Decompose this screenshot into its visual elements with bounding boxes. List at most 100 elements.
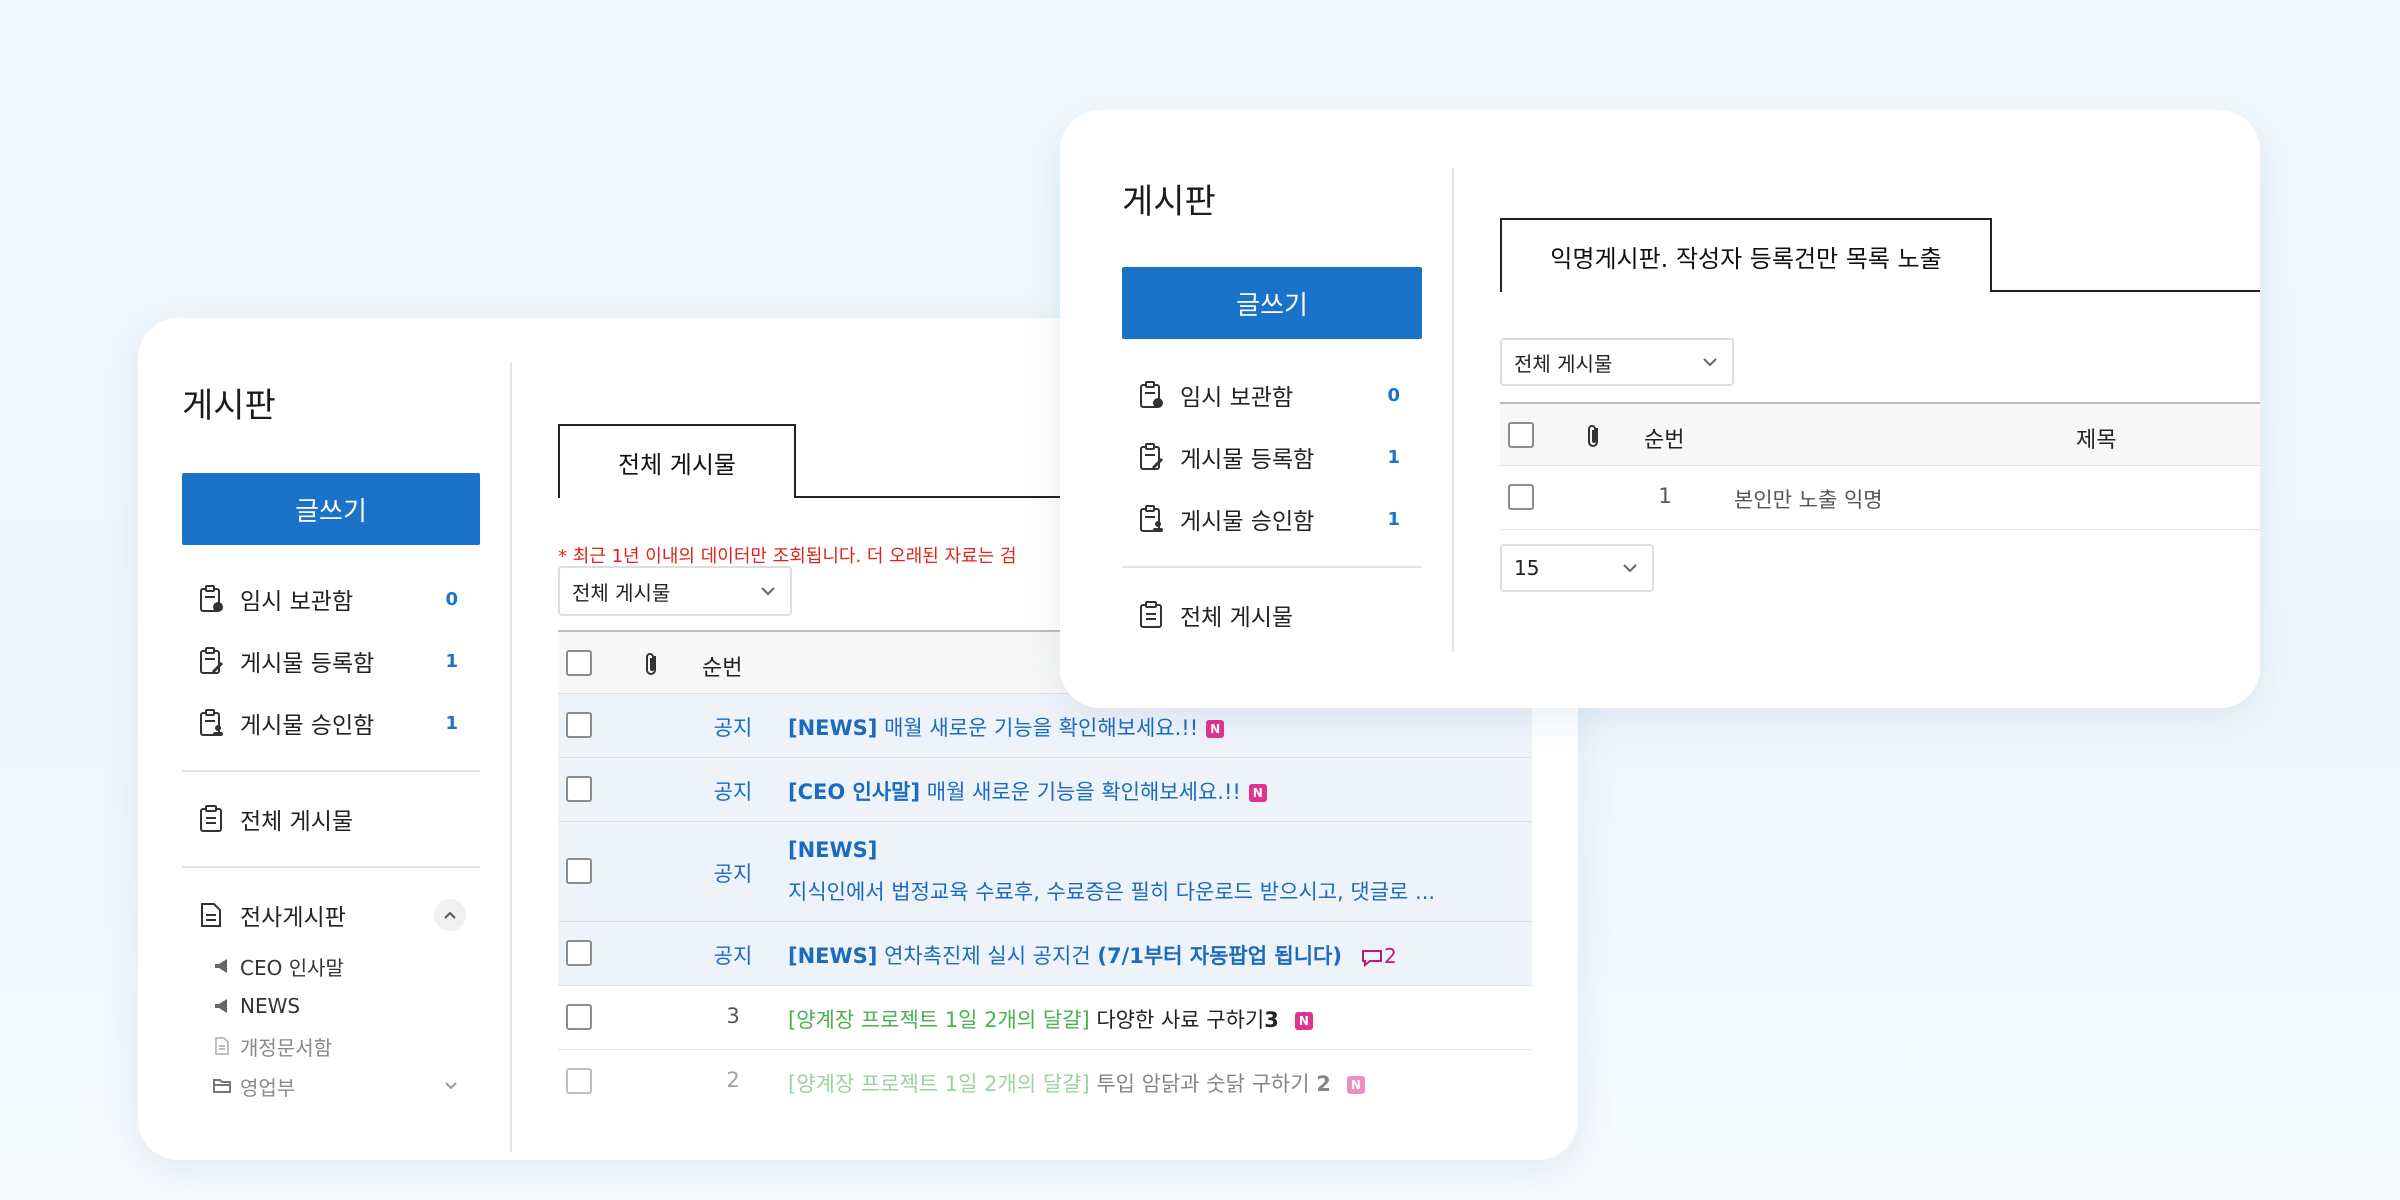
row-prefix: [NEWS] bbox=[788, 716, 878, 740]
row-title-suffix: 2 bbox=[1316, 1072, 1331, 1096]
row-title-suffix: 3 bbox=[1264, 1008, 1279, 1032]
chevron-down-icon bbox=[1703, 358, 1717, 367]
row-checkbox[interactable] bbox=[1508, 484, 1534, 510]
draft-clipboard-icon bbox=[200, 585, 223, 612]
user-clipboard-icon bbox=[200, 709, 223, 736]
sidebar-subitem-revised-docs[interactable]: 개정문서함 bbox=[182, 1026, 480, 1066]
edit-clipboard-icon bbox=[1140, 443, 1164, 470]
sidebar-item-registered[interactable]: 게시물 등록함 1 bbox=[182, 630, 480, 692]
table-row[interactable]: 공지 [NEWS] 연차촉진제 실시 공지건 (7/1부터 자동팝업 됩니다) 2 bbox=[558, 922, 1532, 986]
megaphone-icon bbox=[215, 999, 227, 1013]
sidebar-item-count: 0 bbox=[445, 588, 458, 610]
sidebar-subitem-sales[interactable]: 영업부 bbox=[182, 1066, 480, 1106]
sidebar-item-count: 1 bbox=[1387, 446, 1400, 468]
row-checkbox[interactable] bbox=[566, 712, 592, 738]
sidebar-item-approval[interactable]: 게시물 승인함 1 bbox=[1122, 488, 1422, 550]
table-row[interactable]: 3 [양계장 프로젝트 1일 2개의 달걀] 다양한 사료 구하기3 N bbox=[558, 986, 1532, 1050]
post-filter-select[interactable]: 전체 게시물 bbox=[1500, 338, 1734, 386]
row-checkbox[interactable] bbox=[566, 940, 592, 966]
sidebar-subitem-label: 영업부 bbox=[240, 1075, 296, 1100]
sidebar-item-registered[interactable]: 게시물 등록함 1 bbox=[1122, 426, 1422, 488]
sidebar-subitem-news[interactable]: NEWS bbox=[182, 986, 480, 1026]
row-no: 3 bbox=[726, 1004, 740, 1028]
sidebar-divider bbox=[182, 866, 480, 868]
row-title-text[interactable]: 지식인에서 법정교육 수료후, 수료증은 필히 다운로드 받으시고, 댓글로 .… bbox=[788, 876, 1435, 906]
row-checkbox[interactable] bbox=[566, 1068, 592, 1094]
row-checkbox[interactable] bbox=[566, 1004, 592, 1030]
table-row[interactable]: 1 본인만 노출 익명 bbox=[1500, 466, 2260, 530]
tab-anonymous-board[interactable]: 익명게시판. 작성자 등록건만 목록 노출 bbox=[1500, 218, 1992, 292]
row-title-bold: (7/1부터 자동팝업 됩니다) bbox=[1097, 944, 1342, 968]
sidebar-item-drafts[interactable]: 임시 보관함 0 bbox=[182, 568, 480, 630]
sidebar-item-label: 게시물 승인함 bbox=[240, 713, 375, 739]
row-title-text: 연차촉진제 실시 공지건 bbox=[884, 944, 1091, 968]
file-icon bbox=[215, 1037, 229, 1055]
row-title[interactable]: [양계장 프로젝트 1일 2개의 달걀] 다양한 사료 구하기3 N bbox=[788, 1004, 1313, 1034]
sidebar-title: 게시판 bbox=[1122, 182, 1216, 222]
sidebar-item-count: 1 bbox=[445, 712, 458, 734]
chevron-down-icon bbox=[761, 587, 775, 596]
table-row[interactable]: 공지 [CEO 인사말] 매월 새로운 기능을 확인해보세요.!! N bbox=[558, 758, 1532, 822]
column-header-title: 제목 bbox=[2076, 428, 2117, 453]
row-title[interactable]: [NEWS] 연차촉진제 실시 공지건 (7/1부터 자동팝업 됩니다) 2 bbox=[788, 940, 1397, 970]
clipboard-icon bbox=[1140, 601, 1162, 628]
row-prefix: [양계장 프로젝트 1일 2개의 달걀] bbox=[788, 1072, 1090, 1096]
main-content: 익명게시판. 작성자 등록건만 목록 노출 전체 게시물 순번 제목 1 본인만… bbox=[1500, 110, 2260, 708]
megaphone-icon bbox=[215, 959, 227, 973]
row-prefix[interactable]: [NEWS] bbox=[788, 838, 877, 862]
sidebar-divider bbox=[182, 770, 480, 772]
sidebar-subitem-ceo[interactable]: CEO 인사말 bbox=[182, 946, 480, 986]
write-button[interactable]: 글쓰기 bbox=[182, 473, 480, 545]
sidebar-item-label: 게시물 승인함 bbox=[1180, 509, 1315, 535]
attachment-icon bbox=[1588, 425, 1598, 447]
sidebar-item-label: 임시 보관함 bbox=[240, 589, 354, 615]
select-all-checkbox[interactable] bbox=[566, 650, 592, 676]
new-badge: N bbox=[1294, 1012, 1313, 1030]
row-title-text: 매월 새로운 기능을 확인해보세요.!! bbox=[884, 716, 1199, 740]
sidebar-item-approval[interactable]: 게시물 승인함 1 bbox=[182, 692, 480, 754]
sidebar-item-label: 게시물 등록함 bbox=[1180, 447, 1315, 473]
new-badge: N bbox=[1206, 720, 1225, 738]
sidebar-menu: 임시 보관함 0 게시물 등록함 1 게시물 승인함 1 전체 게시물 bbox=[1122, 364, 1422, 646]
sidebar-subitem-label: CEO 인사말 bbox=[240, 955, 344, 980]
post-filter-value: 전체 게시물 bbox=[1514, 351, 1613, 376]
row-title[interactable]: [CEO 인사말] 매월 새로운 기능을 확인해보세요.!! N bbox=[788, 776, 1267, 806]
row-prefix: [양계장 프로젝트 1일 2개의 달걀] bbox=[788, 1008, 1090, 1032]
row-prefix: [NEWS] bbox=[788, 944, 878, 968]
post-filter-select[interactable]: 전체 게시물 bbox=[558, 566, 792, 616]
post-table: 순번 제목 1 본인만 노출 익명 bbox=[1500, 402, 2260, 530]
sidebar-item-all-posts[interactable]: 전체 게시물 bbox=[182, 788, 480, 850]
row-title-text: 투입 암닭과 숫닭 구하기 bbox=[1096, 1072, 1310, 1096]
row-no: 공지 bbox=[713, 862, 753, 886]
user-clipboard-icon bbox=[1140, 505, 1163, 532]
tab-all-posts[interactable]: 전체 게시물 bbox=[558, 424, 796, 498]
sidebar-group-company-board[interactable]: 전사게시판 bbox=[182, 884, 480, 946]
table-row[interactable]: 2 [양계장 프로젝트 1일 2개의 달걀] 투입 암닭과 숫닭 구하기 2N bbox=[558, 1050, 1532, 1114]
row-checkbox[interactable] bbox=[566, 858, 592, 884]
sidebar-item-label: 임시 보관함 bbox=[1180, 385, 1294, 411]
chevron-down-icon[interactable] bbox=[444, 1081, 458, 1091]
chevron-down-icon bbox=[1623, 564, 1637, 573]
sidebar-item-all-posts[interactable]: 전체 게시물 bbox=[1122, 584, 1422, 646]
sidebar-divider-vertical bbox=[510, 362, 512, 1152]
write-button[interactable]: 글쓰기 bbox=[1122, 267, 1422, 339]
new-badge: N bbox=[1248, 784, 1267, 802]
table-row[interactable]: 공지 [NEWS] 지식인에서 법정교육 수료후, 수료증은 필히 다운로드 받… bbox=[558, 822, 1532, 922]
row-title[interactable]: [NEWS] 매월 새로운 기능을 확인해보세요.!! N bbox=[788, 712, 1225, 742]
select-all-checkbox[interactable] bbox=[1508, 422, 1534, 448]
row-title[interactable]: 본인만 노출 익명 bbox=[1734, 484, 1883, 514]
comment-count-value: 2 bbox=[1383, 944, 1397, 968]
board-window-front: 게시판 글쓰기 임시 보관함 0 게시물 등록함 1 게시물 승인함 1 전체 … bbox=[1060, 110, 2260, 708]
row-checkbox[interactable] bbox=[566, 776, 592, 802]
post-filter-value: 전체 게시물 bbox=[572, 580, 671, 605]
page-size-select[interactable]: 15 bbox=[1500, 544, 1654, 592]
sidebar-subitem-label: 개정문서함 bbox=[240, 1035, 332, 1060]
sidebar-menu: 임시 보관함 0 게시물 등록함 1 게시물 승인함 1 전체 게시물 전사게시… bbox=[182, 568, 480, 1106]
sidebar-item-drafts[interactable]: 임시 보관함 0 bbox=[1122, 364, 1422, 426]
data-range-notice: * 최근 1년 이내의 데이터만 조회됩니다. 더 오래된 자료는 검 bbox=[558, 546, 1017, 567]
collapse-button[interactable] bbox=[434, 899, 466, 931]
folder-icon bbox=[213, 1079, 231, 1093]
row-title[interactable]: [양계장 프로젝트 1일 2개의 달걀] 투입 암닭과 숫닭 구하기 2N bbox=[788, 1068, 1365, 1098]
new-badge: N bbox=[1346, 1076, 1365, 1094]
row-prefix: [CEO 인사말] bbox=[788, 780, 921, 804]
